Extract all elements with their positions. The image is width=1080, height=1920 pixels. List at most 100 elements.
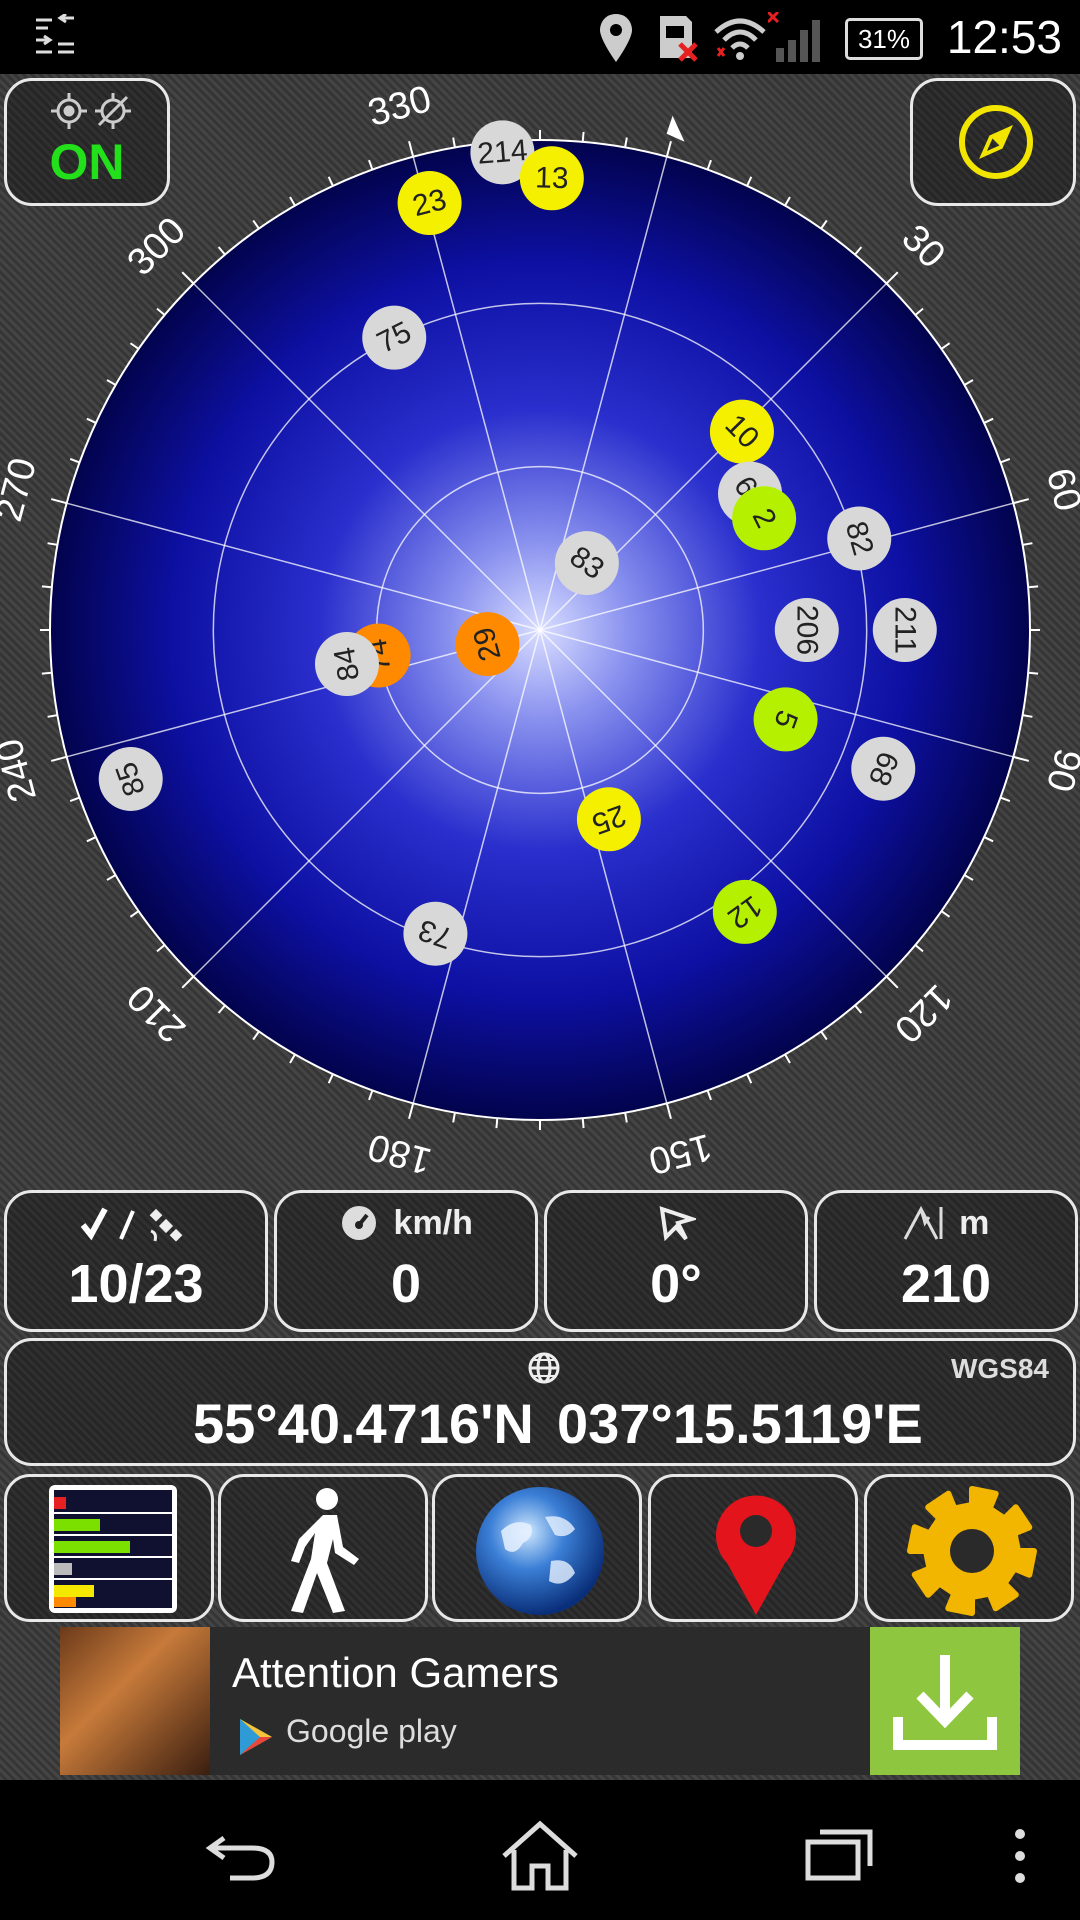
navigation-bar bbox=[0, 1780, 1080, 1920]
recents-icon[interactable] bbox=[804, 1824, 876, 1884]
satellite-marker[interactable]: 85 bbox=[98, 746, 163, 811]
azimuth-tick bbox=[86, 417, 97, 424]
map-globe-button[interactable] bbox=[432, 1474, 642, 1622]
satellite-marker[interactable]: 13 bbox=[519, 146, 584, 211]
satellite-marker[interactable]: 2 bbox=[732, 486, 797, 551]
azimuth-tick bbox=[41, 585, 52, 589]
azimuth-tick bbox=[746, 176, 753, 187]
azimuth-tick bbox=[69, 458, 80, 464]
settings-gear-icon bbox=[907, 1486, 1037, 1616]
satellite-marker[interactable]: 12 bbox=[712, 879, 777, 944]
azimuth-tick bbox=[495, 1118, 499, 1129]
walking-mode-button[interactable] bbox=[218, 1474, 428, 1622]
azimuth-tick bbox=[327, 176, 334, 187]
azimuth-tick bbox=[1000, 796, 1011, 802]
satellite-id: 206 bbox=[790, 605, 823, 655]
satellites-header bbox=[7, 1203, 265, 1247]
globe-icon bbox=[528, 1352, 560, 1384]
satellite-marker[interactable]: 23 bbox=[397, 171, 462, 236]
heading-value: 0° bbox=[650, 1254, 702, 1314]
satellite-marker[interactable]: 25 bbox=[576, 787, 641, 852]
azimuth-tick bbox=[581, 1118, 585, 1129]
clock: 12:53 bbox=[946, 11, 1062, 63]
azimuth-tick bbox=[820, 219, 828, 230]
bearing-label: 90 bbox=[1038, 744, 1080, 796]
bearing-label: 270 bbox=[0, 454, 45, 526]
azimuth-tick bbox=[1013, 498, 1030, 505]
azimuth-tick bbox=[854, 246, 863, 256]
map-pin-button[interactable] bbox=[648, 1474, 858, 1622]
azimuth-tick bbox=[181, 271, 195, 285]
azimuth-tick bbox=[581, 131, 585, 142]
satellite-id: 214 bbox=[476, 134, 528, 171]
satellite-marker[interactable]: 206 bbox=[774, 598, 839, 662]
altitude-header: m bbox=[817, 1203, 1075, 1247]
satellites-value: 10/23 bbox=[68, 1254, 204, 1314]
azimuth-tick bbox=[252, 1030, 260, 1041]
satellite-id: 211 bbox=[888, 606, 921, 654]
settings-button[interactable] bbox=[864, 1474, 1074, 1622]
azimuth-tick bbox=[106, 874, 117, 881]
satellite-marker[interactable]: 84 bbox=[314, 632, 379, 697]
satellite-marker[interactable]: 10 bbox=[709, 399, 774, 464]
ad-banner[interactable]: Attention Gamers Google play bbox=[60, 1627, 1020, 1775]
menu-icon[interactable] bbox=[1010, 1826, 1030, 1886]
azimuth-tick bbox=[983, 836, 994, 843]
azimuth-tick bbox=[368, 159, 374, 170]
altitude-icon bbox=[903, 1205, 943, 1240]
azimuth-tick bbox=[940, 910, 951, 918]
azimuth-tick bbox=[252, 219, 260, 230]
heading-icon bbox=[659, 1206, 699, 1242]
satellite-marker[interactable]: 73 bbox=[403, 901, 468, 966]
notification-icon bbox=[36, 14, 74, 54]
satellite-marker[interactable]: 5 bbox=[753, 687, 818, 752]
longitude-value: 037°15.5119'E bbox=[557, 1392, 923, 1455]
back-icon[interactable] bbox=[206, 1828, 278, 1882]
home-icon[interactable] bbox=[500, 1820, 580, 1892]
azimuth-tick bbox=[69, 796, 80, 802]
satellite-marker[interactable]: 211 bbox=[872, 598, 937, 662]
location-icon bbox=[600, 14, 632, 62]
satellite-marker[interactable]: 75 bbox=[362, 305, 427, 370]
satellite-marker[interactable]: 29 bbox=[455, 612, 520, 677]
heading-box[interactable]: 0° bbox=[544, 1190, 808, 1332]
satellite-marker[interactable]: 82 bbox=[827, 506, 892, 571]
azimuth-tick bbox=[86, 836, 97, 843]
satellite-marker[interactable]: 83 bbox=[554, 531, 619, 596]
azimuth-tick bbox=[1022, 542, 1033, 546]
azimuth-tick bbox=[914, 307, 924, 316]
satellite-marker[interactable]: 68 bbox=[851, 736, 916, 801]
speed-box[interactable]: km/h 0 bbox=[274, 1190, 538, 1332]
north-marker bbox=[666, 115, 685, 142]
azimuth-tick bbox=[50, 498, 67, 505]
azimuth-tick bbox=[963, 874, 974, 881]
bearing-label: 30 bbox=[893, 217, 953, 277]
battery-icon: 31% bbox=[845, 18, 923, 60]
azimuth-tick bbox=[1013, 755, 1030, 762]
google-play-icon bbox=[240, 1719, 272, 1755]
azimuth-tick bbox=[408, 1103, 415, 1120]
azimuth-tick bbox=[854, 1004, 863, 1014]
azimuth-tick bbox=[41, 671, 52, 675]
altitude-box[interactable]: m 210 bbox=[814, 1190, 1078, 1332]
azimuth-tick bbox=[129, 910, 140, 918]
status-bar: 31% 12:53 bbox=[0, 0, 1080, 74]
speed-value: 0 bbox=[390, 1254, 422, 1314]
map-pin-icon bbox=[716, 1495, 796, 1615]
bearing-label: 150 bbox=[644, 1125, 716, 1180]
heading-header bbox=[547, 1203, 805, 1247]
azimuth-tick bbox=[746, 1073, 753, 1084]
coordinates-box[interactable]: WGS84 55°40.4716'N 037°15.5119'E bbox=[4, 1338, 1076, 1466]
ad-thumbnail[interactable] bbox=[60, 1627, 210, 1775]
wifi-icon bbox=[714, 18, 766, 60]
signal-bars-button[interactable] bbox=[4, 1474, 214, 1622]
ad-download-button[interactable] bbox=[870, 1627, 1020, 1775]
azimuth-tick bbox=[885, 271, 899, 285]
azimuth-tick bbox=[47, 714, 58, 718]
azimuth-tick bbox=[289, 196, 296, 207]
azimuth-tick bbox=[624, 137, 628, 148]
satellites-count-box[interactable]: 10/23 bbox=[4, 1190, 268, 1332]
azimuth-tick bbox=[106, 379, 117, 386]
signal-icon bbox=[768, 12, 820, 62]
signal-bars-icon bbox=[49, 1485, 177, 1613]
